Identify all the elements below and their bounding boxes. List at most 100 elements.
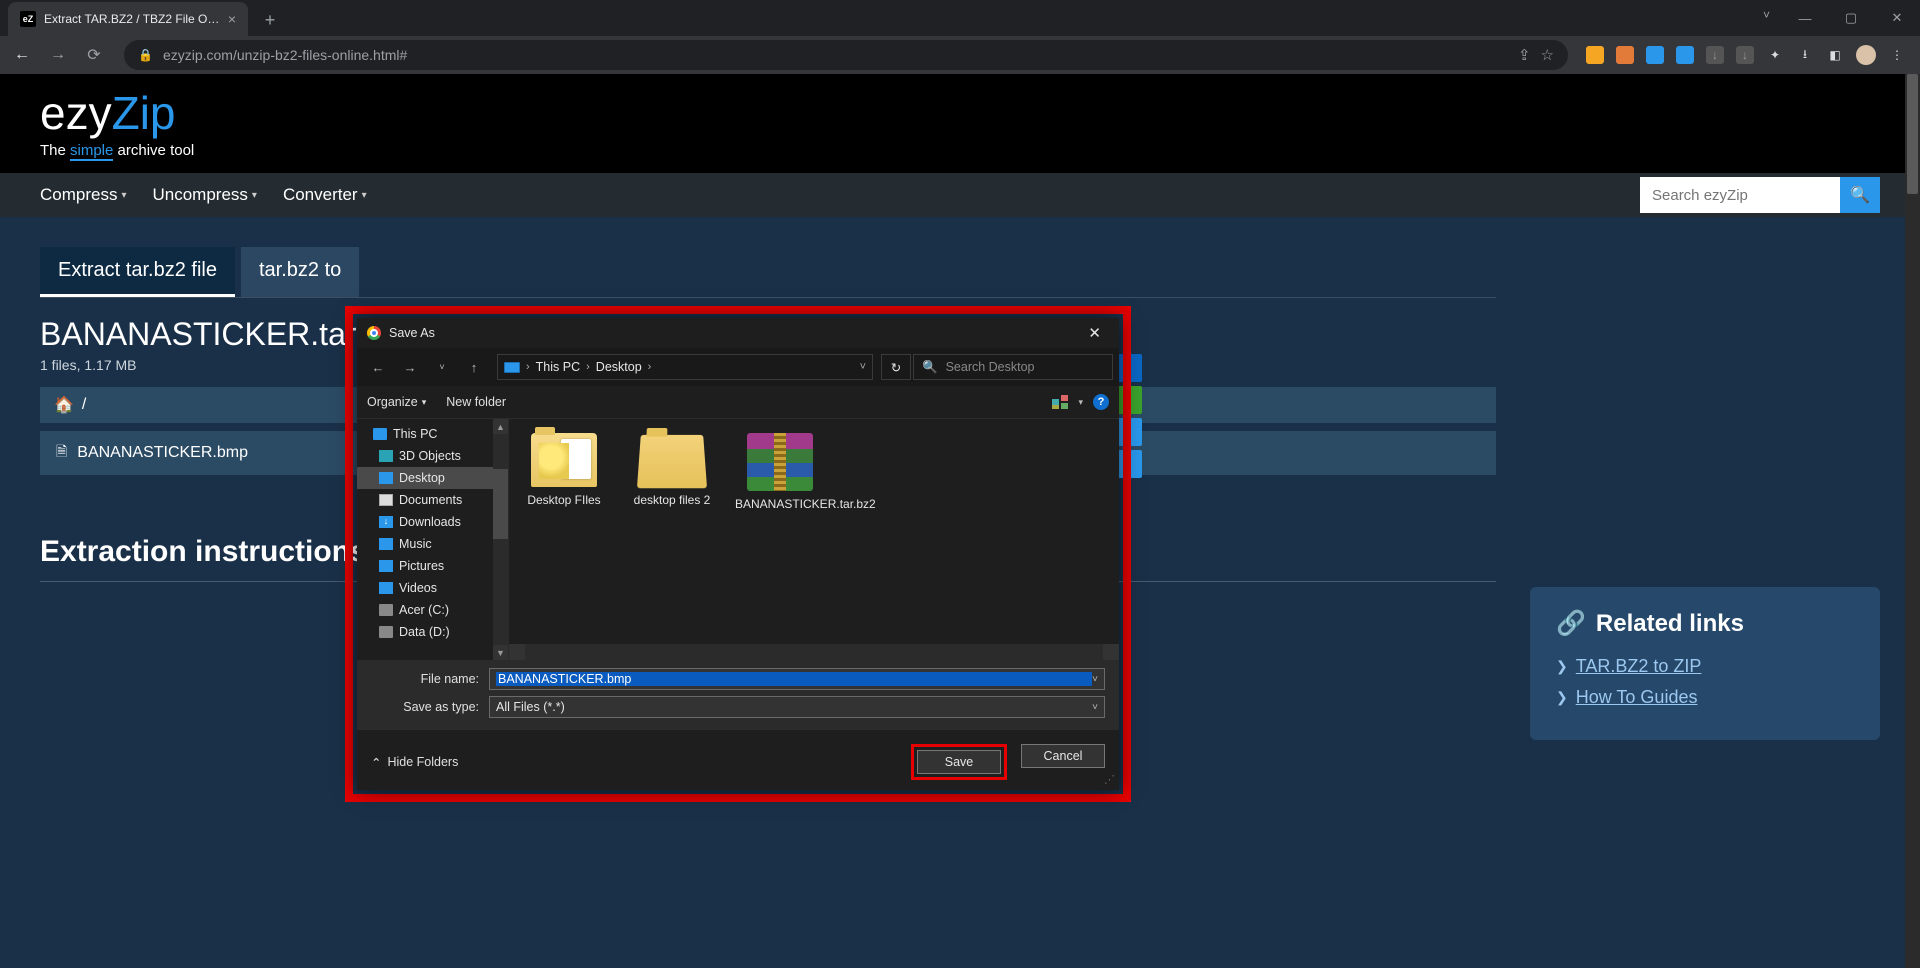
menu-uncompress[interactable]: Uncompress xyxy=(153,185,257,205)
social-share-2[interactable] xyxy=(1118,386,1142,414)
kebab-menu-icon[interactable]: ⋮ xyxy=(1888,46,1906,64)
share-icon[interactable]: ⇪ xyxy=(1518,46,1531,64)
social-share-4[interactable] xyxy=(1118,450,1142,478)
site-logo[interactable]: ezyZip xyxy=(40,86,1880,140)
tab-extract[interactable]: Extract tar.bz2 file xyxy=(40,247,235,297)
site-nav: Compress Uncompress Converter 🔍 xyxy=(0,173,1920,217)
tab-close-icon[interactable]: × xyxy=(228,11,236,27)
location-path[interactable]: › This PC › Desktop › ˅ xyxy=(497,354,873,380)
related-link-howto[interactable]: How To Guides xyxy=(1576,687,1698,708)
tree-music[interactable]: Music xyxy=(357,533,508,555)
cancel-button[interactable]: Cancel xyxy=(1021,744,1105,768)
browser-toolbar: ← → ⟳ 🔒 ezyzip.com/unzip-bz2-files-onlin… xyxy=(0,36,1920,74)
menu-converter[interactable]: Converter xyxy=(283,185,367,205)
refresh-icon[interactable]: ↻ xyxy=(881,354,911,380)
tree-desktop[interactable]: Desktop xyxy=(357,467,508,489)
tree-this-pc[interactable]: This PC xyxy=(357,423,508,445)
download-arrow-icon-2[interactable]: ↓ xyxy=(1736,46,1754,64)
new-folder-button[interactable]: New folder xyxy=(446,395,506,409)
browser-tab[interactable]: eZ Extract TAR.BZ2 / TBZ2 File Onlin × xyxy=(8,2,248,36)
chevron-right-icon: ❯ xyxy=(1556,689,1568,706)
search-button[interactable]: 🔍 xyxy=(1840,177,1880,213)
folder-search[interactable]: 🔍 Search Desktop xyxy=(913,354,1113,380)
nav-forward-icon[interactable]: → xyxy=(395,353,425,381)
social-linkedin[interactable] xyxy=(1118,354,1142,382)
organize-label: Organize xyxy=(367,395,418,409)
savetype-select[interactable]: All Files (*.*) ˅ xyxy=(489,696,1105,718)
page-scrollbar-thumb[interactable] xyxy=(1907,74,1918,194)
tagline-pre: The xyxy=(40,142,70,159)
window-minimize[interactable]: — xyxy=(1782,0,1828,36)
extensions-puzzle-icon[interactable]: ✦ xyxy=(1766,46,1784,64)
ext-icon-2[interactable] xyxy=(1616,46,1634,64)
window-maximize[interactable]: ▢ xyxy=(1828,0,1874,36)
sidebar-scrollbar[interactable]: ▲ ▼ xyxy=(493,419,508,660)
tree-drive-c[interactable]: Acer (C:) xyxy=(357,599,508,621)
folder-desktop-files-2[interactable]: desktop files 2 xyxy=(627,433,717,509)
sidebar-scroll-thumb[interactable] xyxy=(493,469,508,539)
nav-recent-dropdown[interactable]: ˅ xyxy=(427,353,457,381)
view-options-icon[interactable] xyxy=(1052,395,1068,409)
view-dropdown-icon[interactable]: ▾ xyxy=(1078,397,1083,408)
new-tab-button[interactable]: + xyxy=(256,6,284,34)
dialog-footer: ⌃ Hide Folders Save Cancel xyxy=(357,730,1119,790)
organize-menu[interactable]: Organize▾ xyxy=(367,395,426,409)
savetype-dropdown-icon[interactable]: ˅ xyxy=(1092,702,1098,713)
tree-videos[interactable]: Videos xyxy=(357,577,508,599)
logo-suffix: Zip xyxy=(112,86,176,140)
nav-up-icon[interactable]: ↑ xyxy=(459,353,489,381)
ext-icon-1[interactable] xyxy=(1586,46,1604,64)
help-icon[interactable]: ? xyxy=(1093,394,1109,410)
download-arrow-icon[interactable]: ↓ xyxy=(1706,46,1724,64)
scroll-up-icon[interactable]: ▲ xyxy=(493,419,508,434)
filename-value: BANANASTICKER.bmp xyxy=(496,672,1092,686)
path-segment-thispc[interactable]: This PC xyxy=(536,360,580,374)
tree-label: Pictures xyxy=(399,559,444,573)
panel-icon[interactable]: ◧ xyxy=(1826,46,1844,64)
filename-input[interactable]: BANANASTICKER.bmp ˅ xyxy=(489,668,1105,690)
hide-folders-toggle[interactable]: ⌃ Hide Folders xyxy=(371,755,458,770)
dialog-close-icon[interactable]: ✕ xyxy=(1080,320,1109,346)
resize-grip-icon[interactable]: ⋰ xyxy=(1104,773,1115,786)
tree-3d-objects[interactable]: 3D Objects xyxy=(357,445,508,467)
nav-back-icon[interactable]: ← xyxy=(363,353,393,381)
nav-back-icon[interactable]: ← xyxy=(8,41,36,69)
path-sep-icon: › xyxy=(586,361,590,373)
ext-icon-4[interactable] xyxy=(1676,46,1694,64)
path-dropdown-icon[interactable]: ˅ xyxy=(860,361,866,373)
link-icon: 🔗 xyxy=(1556,609,1586,638)
path-segment-desktop[interactable]: Desktop xyxy=(596,360,642,374)
save-button[interactable]: Save xyxy=(917,750,1001,774)
folder-desktop-files[interactable]: Desktop FIles xyxy=(519,433,609,509)
related-links-card: 🔗Related links ❯TAR.BZ2 to ZIP ❯How To G… xyxy=(1530,587,1880,740)
ext-icon-3[interactable] xyxy=(1646,46,1664,64)
nav-reload-icon[interactable]: ⟳ xyxy=(80,41,108,69)
file-bananasticker-tarbz2[interactable]: BANANASTICKER.tar.bz2 xyxy=(735,433,825,513)
downloads-icon[interactable]: ⭳ xyxy=(1796,46,1814,64)
tree-downloads[interactable]: Downloads xyxy=(357,511,508,533)
search-icon: 🔍 xyxy=(1850,187,1870,204)
menu-compress[interactable]: Compress xyxy=(40,185,127,205)
bookmark-star-icon[interactable]: ☆ xyxy=(1541,46,1554,64)
tab-list-dropdown[interactable]: ˅ xyxy=(1763,8,1770,22)
tree-documents[interactable]: Documents xyxy=(357,489,508,511)
search-input[interactable] xyxy=(1640,177,1840,213)
hide-folders-label: Hide Folders xyxy=(387,755,458,769)
file-pane[interactable]: Desktop FIles desktop files 2 BANANASTIC… xyxy=(509,419,1119,660)
social-share-3[interactable] xyxy=(1118,418,1142,446)
window-close[interactable]: ✕ xyxy=(1874,0,1920,36)
tab-convert[interactable]: tar.bz2 to xyxy=(241,247,359,297)
profile-avatar[interactable] xyxy=(1856,45,1876,65)
scroll-down-icon[interactable]: ▼ xyxy=(493,645,508,660)
dialog-nav: ← → ˅ ↑ › This PC › Desktop › ˅ ↻ 🔍 Sear… xyxy=(357,348,1119,386)
related-link-tarbz2-zip[interactable]: TAR.BZ2 to ZIP xyxy=(1576,656,1702,677)
file-pane-hscroll[interactable] xyxy=(509,644,1119,660)
site-search: 🔍 xyxy=(1640,177,1880,213)
dialog-toolbar: Organize▾ New folder ▾ ? xyxy=(357,386,1119,418)
filename-dropdown-icon[interactable]: ˅ xyxy=(1092,674,1098,685)
tree-drive-d[interactable]: Data (D:) xyxy=(357,621,508,643)
page-scrollbar[interactable] xyxy=(1905,74,1920,968)
nav-forward-icon[interactable]: → xyxy=(44,41,72,69)
address-bar[interactable]: 🔒 ezyzip.com/unzip-bz2-files-online.html… xyxy=(124,40,1568,70)
tree-pictures[interactable]: Pictures xyxy=(357,555,508,577)
